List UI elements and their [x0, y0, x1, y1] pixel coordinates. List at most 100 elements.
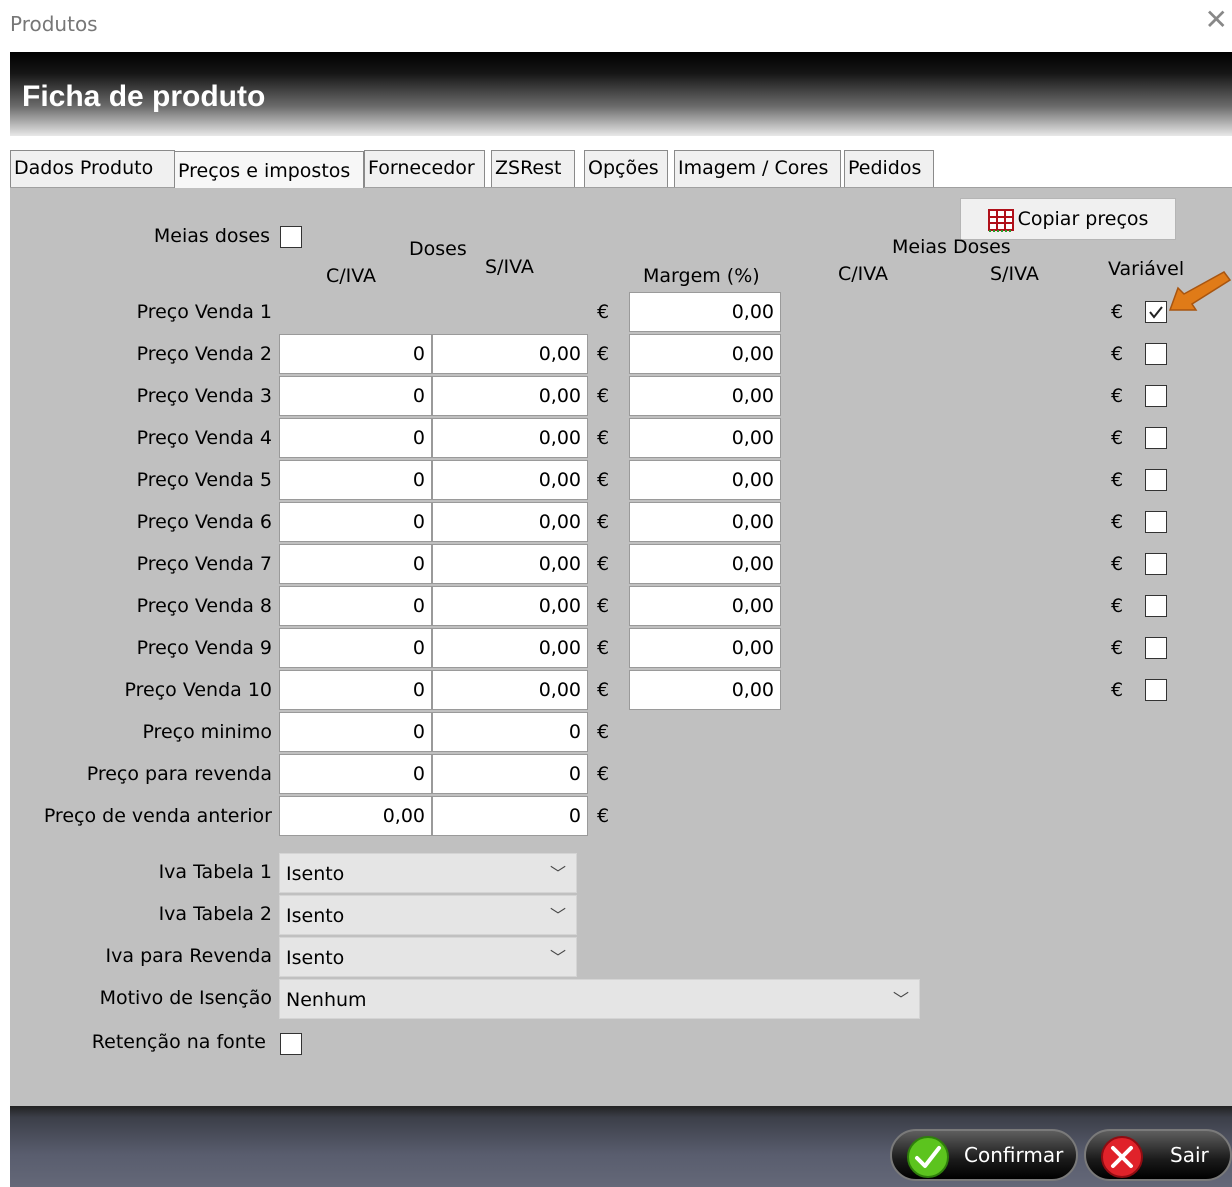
margin-input[interactable]: 0,00	[629, 460, 781, 500]
price-siva-input[interactable]: 0,00	[432, 670, 588, 710]
tab-imagem-cores[interactable]: Imagem / Cores	[674, 150, 841, 187]
tab-zsrest[interactable]: ZSRest	[491, 150, 575, 187]
table-icon	[987, 208, 1014, 232]
retencao-checkbox[interactable]	[280, 1033, 302, 1055]
copy-prices-button[interactable]: Copiar preços	[960, 198, 1176, 240]
euro-symbol: €	[1111, 301, 1124, 323]
close-icon[interactable]: ✕	[1205, 6, 1228, 34]
price-row-label: Preço Venda 10	[124, 679, 273, 701]
variavel-checkbox[interactable]	[1145, 343, 1167, 365]
margin-input[interactable]: 0,00	[629, 292, 781, 332]
exit-label: Sair	[1170, 1143, 1209, 1167]
checkmark-icon	[1149, 306, 1163, 319]
euro-symbol: €	[597, 637, 610, 659]
variavel-checkbox[interactable]	[1145, 637, 1167, 659]
price-civa-input[interactable]: 0	[279, 544, 432, 584]
header-bar: Ficha de produto	[10, 52, 1232, 136]
euro-symbol: €	[1111, 553, 1124, 575]
euro-symbol: €	[597, 427, 610, 449]
iva-tabela-2-label: Iva Tabela 2	[158, 903, 272, 925]
variavel-checkbox[interactable]	[1145, 511, 1167, 533]
tab-opcoes[interactable]: Opções	[584, 150, 668, 187]
price-siva-input[interactable]: 0,00	[432, 376, 588, 416]
iva-revenda-select[interactable]: Isento ﹀	[279, 937, 577, 977]
variavel-checkbox[interactable]	[1145, 301, 1167, 323]
header-civa: C/IVA	[326, 265, 377, 287]
margin-input[interactable]: 0,00	[629, 670, 781, 710]
margin-input[interactable]: 0,00	[629, 376, 781, 416]
price-civa-input[interactable]: 0	[279, 460, 432, 500]
price-siva-input[interactable]: 0,00	[432, 460, 588, 500]
tab-fornecedor[interactable]: Fornecedor	[364, 150, 485, 187]
price-row-label: Preço Venda 2	[136, 343, 272, 365]
margin-input[interactable]: 0,00	[629, 544, 781, 584]
price-row-label: Preço Venda 6	[136, 511, 272, 533]
margin-input[interactable]: 0,00	[629, 628, 781, 668]
chevron-down-icon: ﹀	[549, 906, 566, 925]
motivo-isencao-select[interactable]: Nenhum ﹀	[279, 979, 920, 1019]
price-siva-input[interactable]: 0,00	[432, 628, 588, 668]
extra-civa-input[interactable]: 0	[279, 712, 432, 752]
variavel-checkbox[interactable]	[1145, 679, 1167, 701]
euro-symbol: €	[1111, 595, 1124, 617]
euro-symbol: €	[597, 385, 610, 407]
price-siva-input[interactable]: 0,00	[432, 334, 588, 374]
price-siva-input[interactable]: 0,00	[432, 502, 588, 542]
extra-civa-input[interactable]: 0	[279, 754, 432, 794]
chevron-down-icon: ﹀	[549, 864, 566, 883]
copy-prices-label: Copiar preços	[1017, 208, 1149, 230]
header-siva: S/IVA	[485, 256, 534, 278]
variavel-checkbox[interactable]	[1145, 427, 1167, 449]
euro-symbol: €	[1111, 343, 1124, 365]
price-civa-input[interactable]: 0	[279, 502, 432, 542]
retencao-label: Retenção na fonte	[91, 1031, 266, 1053]
price-row-label: Preço Venda 4	[136, 427, 272, 449]
tab-pedidos[interactable]: Pedidos	[844, 150, 934, 187]
margin-input[interactable]: 0,00	[629, 418, 781, 458]
margin-input[interactable]: 0,00	[629, 502, 781, 542]
iva-revenda-label: Iva para Revenda	[105, 945, 272, 967]
extra-civa-input[interactable]: 0,00	[279, 796, 432, 836]
tab-precos-impostos[interactable]: Preços e impostos	[174, 151, 364, 189]
euro-symbol: €	[597, 763, 610, 785]
margin-input[interactable]: 0,00	[629, 334, 781, 374]
variavel-checkbox[interactable]	[1145, 385, 1167, 407]
window-title: Produtos	[10, 12, 98, 36]
iva-tabela-1-select[interactable]: Isento ﹀	[279, 853, 577, 893]
variavel-checkbox[interactable]	[1145, 553, 1167, 575]
exit-button[interactable]: Sair	[1084, 1129, 1232, 1181]
x-icon	[1101, 1136, 1143, 1178]
price-siva-input[interactable]: 0,00	[432, 586, 588, 626]
euro-symbol: €	[1111, 679, 1124, 701]
variavel-checkbox[interactable]	[1145, 595, 1167, 617]
price-civa-input[interactable]: 0	[279, 376, 432, 416]
extra-siva-input[interactable]: 0	[432, 796, 588, 836]
header-meias-doses: Meias Doses	[892, 236, 1011, 258]
euro-symbol: €	[597, 343, 610, 365]
price-siva-input[interactable]: 0,00	[432, 418, 588, 458]
margin-input[interactable]: 0,00	[629, 586, 781, 626]
price-siva-input[interactable]: 0,00	[432, 544, 588, 584]
confirm-label: Confirmar	[964, 1143, 1064, 1167]
variavel-checkbox[interactable]	[1145, 469, 1167, 491]
extra-row-label: Preço para revenda	[86, 763, 272, 785]
page-title: Ficha de produto	[22, 80, 266, 113]
confirm-button[interactable]: Confirmar	[890, 1129, 1078, 1181]
price-civa-input[interactable]: 0	[279, 586, 432, 626]
price-civa-input[interactable]: 0	[279, 670, 432, 710]
motivo-isencao-label: Motivo de Isenção	[99, 987, 272, 1009]
price-civa-input[interactable]: 0	[279, 334, 432, 374]
price-civa-input[interactable]: 0	[279, 628, 432, 668]
euro-symbol: €	[597, 805, 610, 827]
tab-dados-produto[interactable]: Dados Produto	[10, 150, 175, 187]
extra-siva-input[interactable]: 0	[432, 712, 588, 752]
chevron-down-icon: ﹀	[549, 948, 566, 967]
meias-doses-checkbox[interactable]	[280, 226, 302, 248]
iva-tabela-2-select[interactable]: Isento ﹀	[279, 895, 577, 935]
euro-symbol: €	[597, 553, 610, 575]
extra-siva-input[interactable]: 0	[432, 754, 588, 794]
euro-symbol: €	[1111, 385, 1124, 407]
euro-symbol: €	[597, 679, 610, 701]
price-civa-input[interactable]: 0	[279, 418, 432, 458]
price-row-label: Preço Venda 3	[136, 385, 272, 407]
